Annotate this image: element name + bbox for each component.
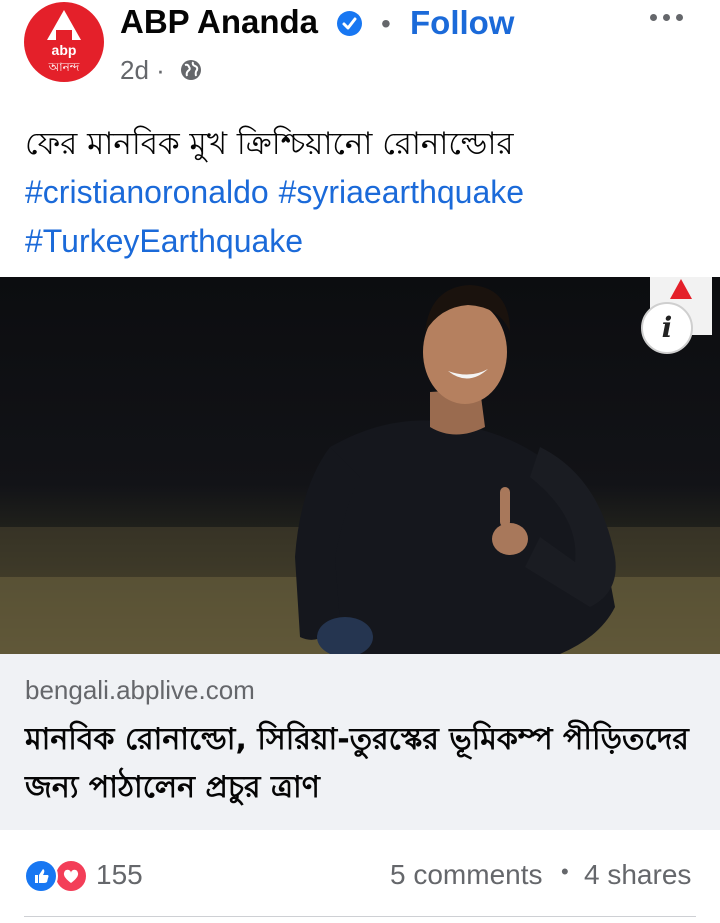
hashtag-link[interactable]: #syriaearthquake	[279, 174, 524, 210]
post-caption: ফের মানবিক মুখ ক্রিশ্চিয়ানো রোনাল্ডোর	[25, 126, 514, 162]
divider	[24, 916, 696, 917]
shares-count[interactable]: 4 shares	[584, 859, 691, 891]
verified-icon	[337, 11, 362, 36]
follow-button[interactable]: Follow	[410, 4, 514, 42]
globe-icon	[180, 59, 202, 81]
reaction-count[interactable]: 155	[96, 859, 143, 891]
abp-logo-text: abp	[51, 42, 77, 58]
hashtag-link[interactable]: #cristianoronaldo	[25, 174, 269, 210]
link-title: মানবিক রোনাল্ডো, সিরিয়া-তুরস্কের ভূমিকম…	[25, 722, 689, 805]
hashtag-link[interactable]: #TurkeyEarthquake	[25, 223, 303, 259]
stats-separator: •	[561, 859, 569, 884]
page-name[interactable]: ABP Ananda	[120, 3, 318, 41]
post-header: abp আনন্দ ABP Ananda • Follow 2d ·	[0, 0, 720, 100]
info-icon[interactable]: i	[641, 302, 693, 354]
abp-logo-bengali-text: আনন্দ	[48, 60, 80, 74]
post-image[interactable]	[0, 277, 720, 654]
more-options-icon[interactable]	[650, 14, 684, 22]
separator-dot: •	[381, 8, 391, 39]
love-reaction-icon[interactable]	[54, 859, 88, 893]
link-preview[interactable]: bengali.abplive.com মানবিক রোনাল্ডো, সির…	[0, 654, 720, 830]
post-text: ফের মানবিক মুখ ক্রিশ্চিয়ানো রোনাল্ডোর #…	[25, 120, 705, 266]
post-time[interactable]: 2d ·	[120, 55, 165, 86]
footballer-photo	[0, 285, 720, 654]
page-avatar[interactable]: abp আনন্দ	[24, 2, 104, 82]
post-footer: 155 5 comments • 4 shares	[0, 830, 720, 923]
comments-count[interactable]: 5 comments	[390, 859, 543, 891]
like-reaction-icon[interactable]	[24, 859, 58, 893]
link-domain: bengali.abplive.com	[25, 675, 255, 705]
